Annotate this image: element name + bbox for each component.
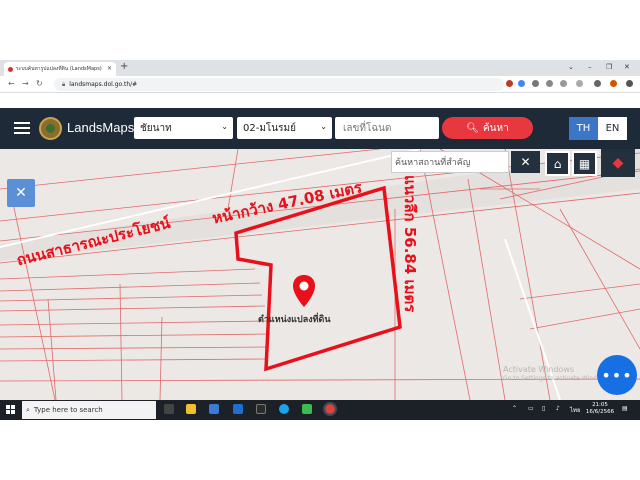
task-view-icon[interactable] bbox=[164, 404, 174, 414]
back-icon[interactable]: ← bbox=[8, 79, 15, 88]
network-icon[interactable]: ▭ bbox=[528, 405, 534, 412]
brand-title: LandsMaps bbox=[67, 120, 135, 135]
chevron-down-icon: ⌄ bbox=[221, 122, 228, 131]
profile-avatar[interactable] bbox=[610, 80, 617, 87]
url-text: landsmaps.dol.go.th/# bbox=[69, 81, 138, 88]
notification-icon[interactable]: ▤ bbox=[622, 405, 628, 412]
store-icon[interactable] bbox=[209, 404, 219, 414]
map-pin-icon[interactable] bbox=[291, 274, 317, 308]
bookmark-star-icon[interactable] bbox=[576, 80, 583, 87]
search-icon: ⌕ bbox=[26, 405, 30, 414]
place-search-input[interactable]: ค้นหาสถานที่สำคัญ bbox=[391, 151, 509, 173]
edge-icon[interactable] bbox=[279, 404, 289, 414]
department-logo bbox=[39, 117, 62, 140]
share-icon[interactable] bbox=[560, 80, 567, 87]
clock-date: 16/6/2566 bbox=[585, 409, 615, 415]
forward-icon[interactable]: → bbox=[22, 79, 29, 88]
search-icon: 🔍︎ bbox=[466, 122, 479, 134]
layers-icon[interactable]: ◆ bbox=[601, 149, 635, 177]
battery-icon[interactable]: ▯ bbox=[542, 405, 545, 412]
clock-time: 21:05 bbox=[592, 402, 608, 408]
url-field[interactable]: 🔒︎ landsmaps.dol.go.th/# bbox=[54, 78, 504, 91]
landsmaps-header: LandsMaps ชัยนาท ⌄ 02-มโนรมย์ ⌄ เลขที่โฉ… bbox=[0, 108, 640, 149]
district-value: 02-มโนรมย์ bbox=[243, 122, 296, 134]
grid-icon[interactable]: ▦ bbox=[572, 151, 597, 176]
province-select[interactable]: ชัยนาท ⌄ bbox=[134, 117, 233, 139]
extension-icon[interactable] bbox=[506, 80, 513, 87]
favicon-icon bbox=[8, 66, 13, 72]
maximize-button[interactable]: ❐ bbox=[606, 63, 612, 71]
home-icon[interactable]: ⌂ bbox=[545, 151, 570, 176]
hamburger-menu-icon[interactable] bbox=[14, 122, 30, 134]
taskbar-lang[interactable]: ไทย bbox=[570, 405, 581, 415]
search-button[interactable]: 🔍︎ ค้นหา bbox=[442, 117, 533, 139]
minimize-button[interactable]: – bbox=[588, 63, 592, 71]
key-icon[interactable] bbox=[532, 80, 539, 87]
windows-taskbar: ⌕ Type here to search ⌃ ▭ ▯ ♪ ไทย 21:05 … bbox=[0, 400, 640, 420]
lang-th-button[interactable]: TH bbox=[569, 117, 598, 140]
chrome-icon[interactable] bbox=[323, 402, 337, 416]
people-icon[interactable]: ⌃ bbox=[512, 405, 517, 412]
activation-watermark: Activate Windows Go to Settings to activ… bbox=[503, 365, 610, 382]
new-tab-button[interactable]: + bbox=[120, 61, 128, 72]
taskbar-search-input[interactable]: ⌕ Type here to search bbox=[22, 401, 156, 419]
chevron-down-icon: ⌄ bbox=[320, 122, 327, 131]
line-icon[interactable] bbox=[302, 404, 312, 414]
browser-tab[interactable]: ระบบค้นหารูปแปลงที่ดิน (LandsMaps) ✕ bbox=[4, 62, 116, 76]
map-view[interactable]: ถนนสาธารณะประโยชน์ หน้ากว้าง 47.08 เมตร … bbox=[0, 149, 640, 400]
district-select[interactable]: 02-มโนรมย์ ⌄ bbox=[237, 117, 332, 139]
tools-icon[interactable]: ✕ bbox=[7, 179, 35, 207]
google-icon[interactable] bbox=[518, 80, 525, 87]
tab-title: ระบบค้นหารูปแปลงที่ดิน (LandsMaps) bbox=[16, 66, 102, 72]
depth-label: แนวลึก 56.84 เมตร bbox=[401, 175, 419, 313]
watermark-line2: Go to Settings to activate Windows. bbox=[503, 375, 611, 382]
taskbar-clock[interactable]: 21:05 16/6/2566 bbox=[585, 402, 615, 416]
more-options-button[interactable]: ••• bbox=[597, 355, 637, 395]
close-window-button[interactable]: ✕ bbox=[624, 63, 630, 71]
clear-search-icon[interactable]: ✕ bbox=[511, 151, 540, 173]
parcel-location-label: ตำแหน่งแปลงที่ดิน bbox=[258, 315, 331, 325]
browser-menu-icon[interactable] bbox=[626, 80, 633, 87]
reload-icon[interactable]: ↻ bbox=[36, 79, 43, 88]
watermark-line1: Activate Windows bbox=[503, 365, 575, 374]
windows-start-icon[interactable] bbox=[6, 405, 15, 414]
file-explorer-icon[interactable] bbox=[186, 404, 196, 414]
taskbar-search-placeholder: Type here to search bbox=[33, 406, 103, 414]
lock-icon: 🔒︎ bbox=[62, 80, 66, 88]
translate-icon[interactable] bbox=[546, 80, 553, 87]
sidepanel-icon[interactable] bbox=[594, 80, 601, 87]
browser-tab-strip: ระบบค้นหารูปแปลงที่ดิน (LandsMaps) ✕ + ⌄… bbox=[0, 60, 640, 76]
deed-number-input[interactable]: เลขที่โฉนด bbox=[335, 117, 439, 139]
app-icon[interactable] bbox=[256, 404, 266, 414]
volume-icon[interactable]: ♪ bbox=[556, 405, 560, 412]
mail-icon[interactable] bbox=[233, 404, 243, 414]
search-button-label: ค้นหา bbox=[482, 122, 509, 134]
close-tab-icon[interactable]: ✕ bbox=[107, 65, 112, 72]
lang-en-button[interactable]: EN bbox=[598, 117, 627, 140]
province-value: ชัยนาท bbox=[140, 122, 172, 134]
tab-search-icon[interactable]: ⌄ bbox=[568, 63, 574, 71]
address-bar-row: ← → ↻ 🔒︎ landsmaps.dol.go.th/# bbox=[0, 76, 640, 93]
